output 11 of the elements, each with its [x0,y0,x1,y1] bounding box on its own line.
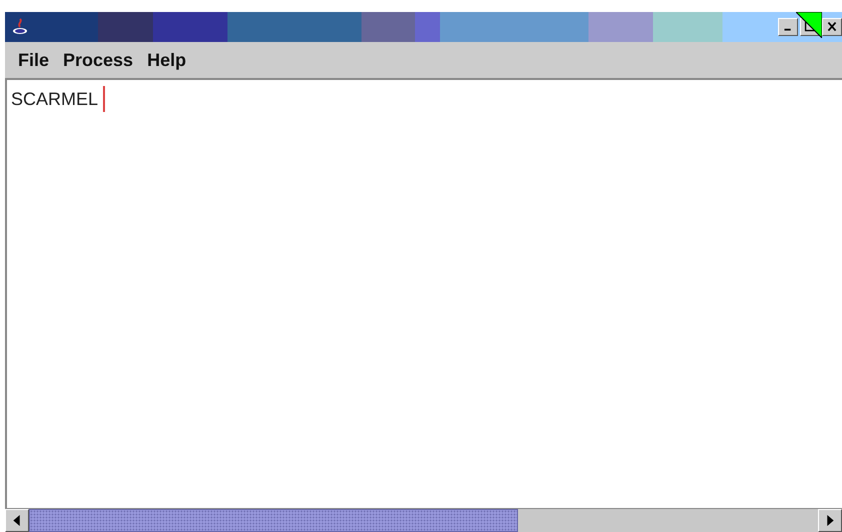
close-button[interactable] [822,18,842,36]
menu-item[interactable]: Help [140,50,194,70]
minimize-button[interactable] [778,18,798,36]
menu-item[interactable]: File [11,50,56,70]
scroll-left-button[interactable] [5,509,29,532]
scrollbar-thumb[interactable] [29,509,518,532]
text-content: SCARMEL [11,88,98,111]
pointer-icon [796,12,822,38]
menu-item[interactable]: Process [56,50,140,70]
scroll-right-button[interactable] [818,509,842,532]
app-icon [11,17,29,37]
